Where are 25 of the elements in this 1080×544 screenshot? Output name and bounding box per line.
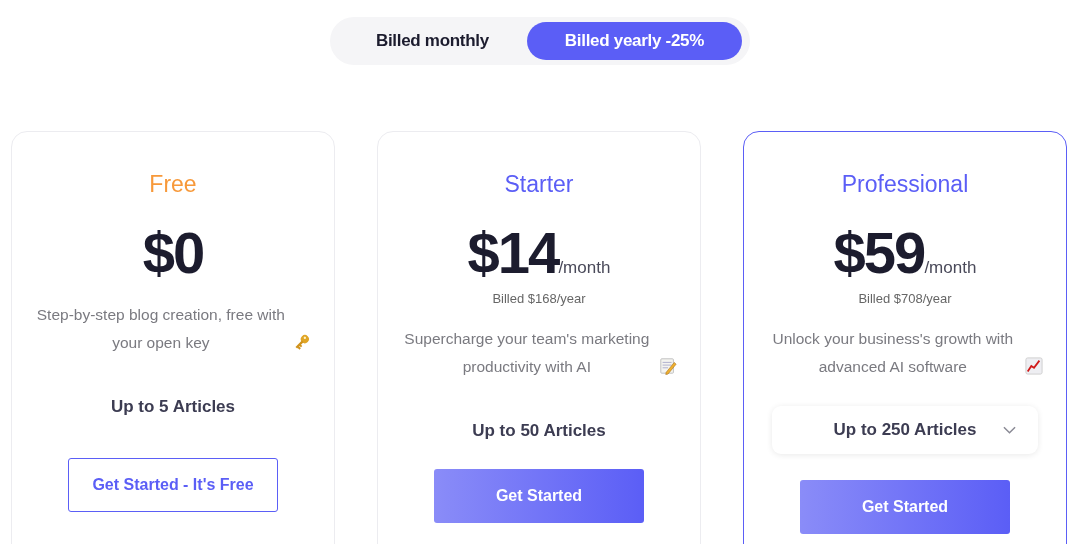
articles-limit: Up to 50 Articles — [472, 420, 606, 442]
articles-limit: Up to 5 Articles — [110, 396, 236, 418]
get-started-button[interactable]: Get Started - It's Free — [68, 458, 278, 512]
chevron-down-icon — [1003, 426, 1016, 434]
get-started-button[interactable]: Get Started — [434, 469, 644, 523]
plan-description: Supercharge your team's marketing productivity with AI — [403, 329, 651, 377]
billing-option[interactable]: Billed yearly -25% — [526, 22, 743, 60]
plan-name: Free — [149, 170, 197, 198]
chart-increasing-icon — [1025, 357, 1044, 375]
plan-price: $59 — [833, 222, 925, 284]
get-started-button[interactable]: Get Started — [800, 480, 1010, 534]
billing-note: Billed $168/year — [492, 290, 586, 308]
memo-pencil-icon — [659, 357, 678, 375]
price-unit: /month — [924, 258, 977, 278]
plan-description: Step-by-step blog creation, free with your open key — [35, 305, 286, 353]
key-icon — [293, 333, 312, 351]
billing-note: Billed $708/year — [858, 290, 952, 308]
plan-name: Starter — [504, 170, 574, 198]
plan-description: Unlock your business's growth with advanced AI software — [771, 329, 1015, 377]
billing-option[interactable]: Billed monthly — [337, 22, 527, 60]
price-unit: /month — [558, 258, 611, 278]
articles-dropdown[interactable]: Up to 250 Articles — [772, 406, 1038, 454]
plan-price: $0 — [142, 222, 204, 284]
plan-price: $14 — [467, 222, 559, 284]
plan-name: Professional — [841, 170, 969, 198]
